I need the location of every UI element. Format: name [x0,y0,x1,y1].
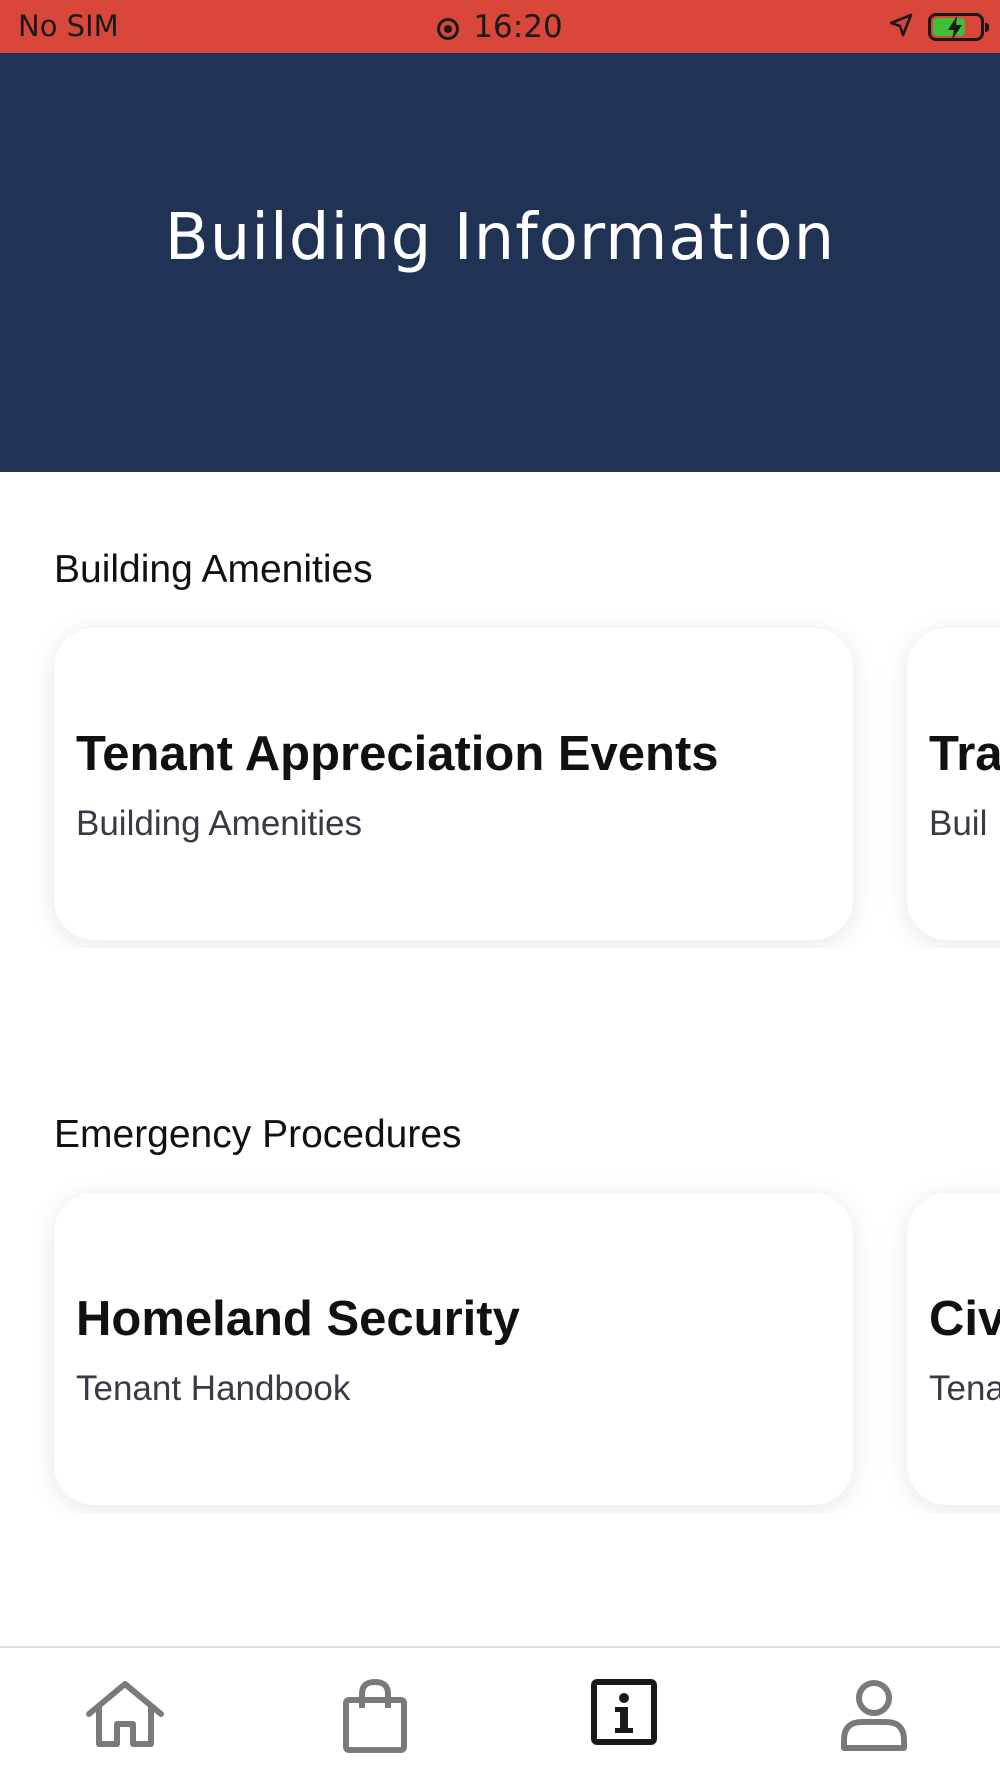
shopping-bag-icon [340,1678,410,1759]
page-header: Building Information [0,53,1000,472]
home-icon [83,1678,167,1755]
info-icon [590,1678,658,1751]
screen-recording-icon [437,18,460,40]
status-time-group: 16:20 [0,9,1000,45]
card-partial-next[interactable]: Tra Buil [907,628,1000,940]
section-title-emergency-procedures: Emergency Procedures [54,1113,462,1156]
card-carousel-emergency-procedures[interactable]: Homeland Security Tenant Handbook Civ Te… [0,1153,1000,1513]
profile-icon [838,1678,910,1757]
status-time: 16:20 [473,9,563,45]
tab-home[interactable] [80,1678,170,1768]
card-title: Tra [929,727,1000,781]
status-indicators [888,11,989,43]
card-homeland-security[interactable]: Homeland Security Tenant Handbook [54,1193,853,1505]
status-bar: No SIM 16:20 [0,0,1000,53]
page-title: Building Information [164,201,836,275]
card-title: Civ [929,1292,1000,1346]
card-title: Tenant Appreciation Events [76,727,719,781]
tab-building-info[interactable] [579,1678,669,1768]
app-screen: No SIM 16:20 Building Information Buildi… [0,0,1000,1778]
card-title: Homeland Security [76,1292,520,1346]
charging-bolt-icon [948,16,962,40]
card-subtitle: Tena [929,1369,1000,1408]
card-subtitle: Building Amenities [76,804,362,843]
location-arrow-icon [888,12,914,42]
card-tenant-appreciation-events[interactable]: Tenant Appreciation Events Building Amen… [54,628,853,940]
bottom-tab-bar [0,1646,1000,1778]
battery-icon [928,13,989,41]
tab-profile[interactable] [829,1678,919,1768]
card-carousel-building-amenities[interactable]: Tenant Appreciation Events Building Amen… [0,588,1000,948]
card-subtitle: Tenant Handbook [76,1369,351,1408]
tab-shop[interactable] [330,1678,420,1768]
card-partial-next[interactable]: Civ Tena [907,1193,1000,1505]
section-title-building-amenities: Building Amenities [54,548,373,591]
card-subtitle: Buil [929,804,988,843]
